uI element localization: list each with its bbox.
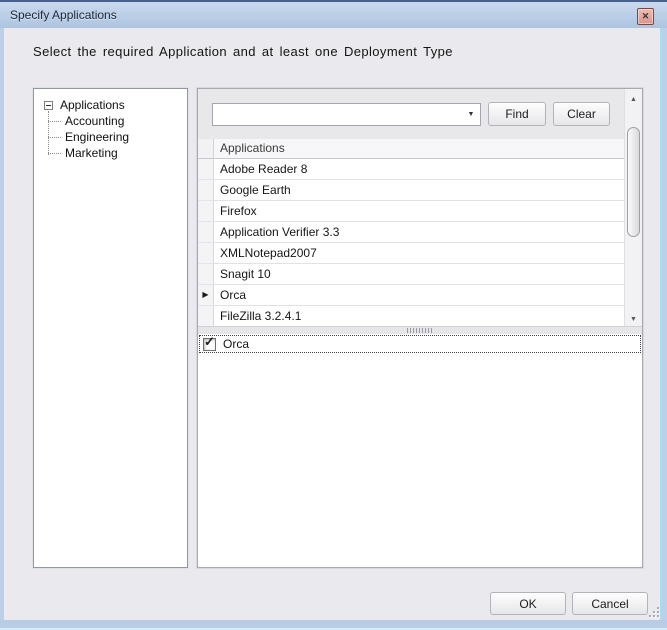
vertical-scrollbar[interactable]: ▲ ▼ <box>624 89 642 329</box>
deployment-type-label: Orca <box>223 337 249 351</box>
window-title: Specify Applications <box>10 8 117 22</box>
search-toolbar: ▼ Find Clear <box>198 89 624 139</box>
table-row[interactable]: Application Verifier 3.3 <box>198 222 624 243</box>
application-cell[interactable]: FileZilla 3.2.4.1 <box>214 306 624 326</box>
tree-root-label[interactable]: Applications <box>60 98 125 112</box>
tree-node-marketing[interactable]: Marketing <box>34 145 187 161</box>
specify-applications-dialog: Specify Applications ✕ Select the requir… <box>0 0 667 630</box>
applications-grid: Applications Adobe Reader 8 Google Earth… <box>198 139 624 326</box>
window-titlebar[interactable]: Specify Applications ✕ <box>0 0 667 28</box>
scroll-down-icon[interactable]: ▼ <box>625 311 642 327</box>
panel-splitter[interactable] <box>198 326 642 334</box>
application-cell[interactable]: Google Earth <box>214 180 624 201</box>
ok-button[interactable]: OK <box>490 592 566 615</box>
deployment-type-item-orca[interactable]: ✓ Orca <box>199 335 641 353</box>
cancel-button[interactable]: Cancel <box>572 592 648 615</box>
clear-button[interactable]: Clear <box>553 102 610 126</box>
window-border-bottom <box>0 620 667 630</box>
dialog-client-area: Select the required Application and at l… <box>0 28 667 630</box>
table-row-current[interactable]: ▶ Orca <box>198 285 624 306</box>
tree-children: Accounting Engineering Marketing <box>34 113 187 161</box>
row-indicator <box>198 159 214 180</box>
scroll-up-icon[interactable]: ▲ <box>625 91 642 107</box>
search-combobox[interactable]: ▼ <box>212 103 481 126</box>
row-indicator <box>198 180 214 201</box>
application-cell[interactable]: Snagit 10 <box>214 264 624 285</box>
table-row[interactable]: Google Earth <box>198 180 624 201</box>
row-indicator: ▶ <box>198 285 214 306</box>
application-selection-panel: ▼ Find Clear ▲ ▼ Applications Adobe Read… <box>197 88 643 568</box>
row-indicator <box>198 306 214 326</box>
grid-header-indicator <box>198 139 214 159</box>
row-indicator <box>198 264 214 285</box>
tree-node-accounting[interactable]: Accounting <box>34 113 187 129</box>
application-cell[interactable]: Orca <box>214 285 624 306</box>
row-indicator <box>198 222 214 243</box>
checkbox-checked-icon[interactable]: ✓ <box>203 338 216 351</box>
resize-grip-icon[interactable] <box>646 604 660 618</box>
close-icon: ✕ <box>642 12 650 21</box>
collapse-expander-icon[interactable] <box>44 101 53 110</box>
application-cell[interactable]: XMLNotepad2007 <box>214 243 624 264</box>
combo-dropdown-icon[interactable]: ▼ <box>462 104 480 125</box>
table-row[interactable]: XMLNotepad2007 <box>198 243 624 264</box>
table-row[interactable]: Adobe Reader 8 <box>198 159 624 180</box>
table-row[interactable]: FileZilla 3.2.4.1 <box>198 306 624 326</box>
splitter-grip-icon[interactable] <box>407 328 433 333</box>
grid-header-row: Applications <box>198 139 624 159</box>
current-row-icon: ▶ <box>202 291 208 299</box>
row-indicator <box>198 201 214 222</box>
applications-tree: Applications Accounting Engineering Mark… <box>34 89 187 161</box>
window-border-left <box>0 28 4 620</box>
table-row[interactable]: Firefox <box>198 201 624 222</box>
application-cell[interactable]: Firefox <box>214 201 624 222</box>
scrollbar-thumb[interactable] <box>627 127 640 237</box>
find-button[interactable]: Find <box>488 102 546 126</box>
tree-node-engineering[interactable]: Engineering <box>34 129 187 145</box>
tree-node-applications[interactable]: Applications <box>34 97 187 113</box>
row-indicator <box>198 243 214 264</box>
close-button[interactable]: ✕ <box>637 8 654 25</box>
application-cell[interactable]: Adobe Reader 8 <box>214 159 624 180</box>
applications-tree-panel: Applications Accounting Engineering Mark… <box>33 88 188 568</box>
instruction-text: Select the required Application and at l… <box>33 44 453 59</box>
search-input[interactable] <box>213 104 462 125</box>
window-border-right <box>660 28 667 620</box>
deployment-type-list: ✓ Orca <box>198 334 642 567</box>
table-row[interactable]: Snagit 10 <box>198 264 624 285</box>
application-cell[interactable]: Application Verifier 3.3 <box>214 222 624 243</box>
grid-header-applications[interactable]: Applications <box>214 139 624 159</box>
